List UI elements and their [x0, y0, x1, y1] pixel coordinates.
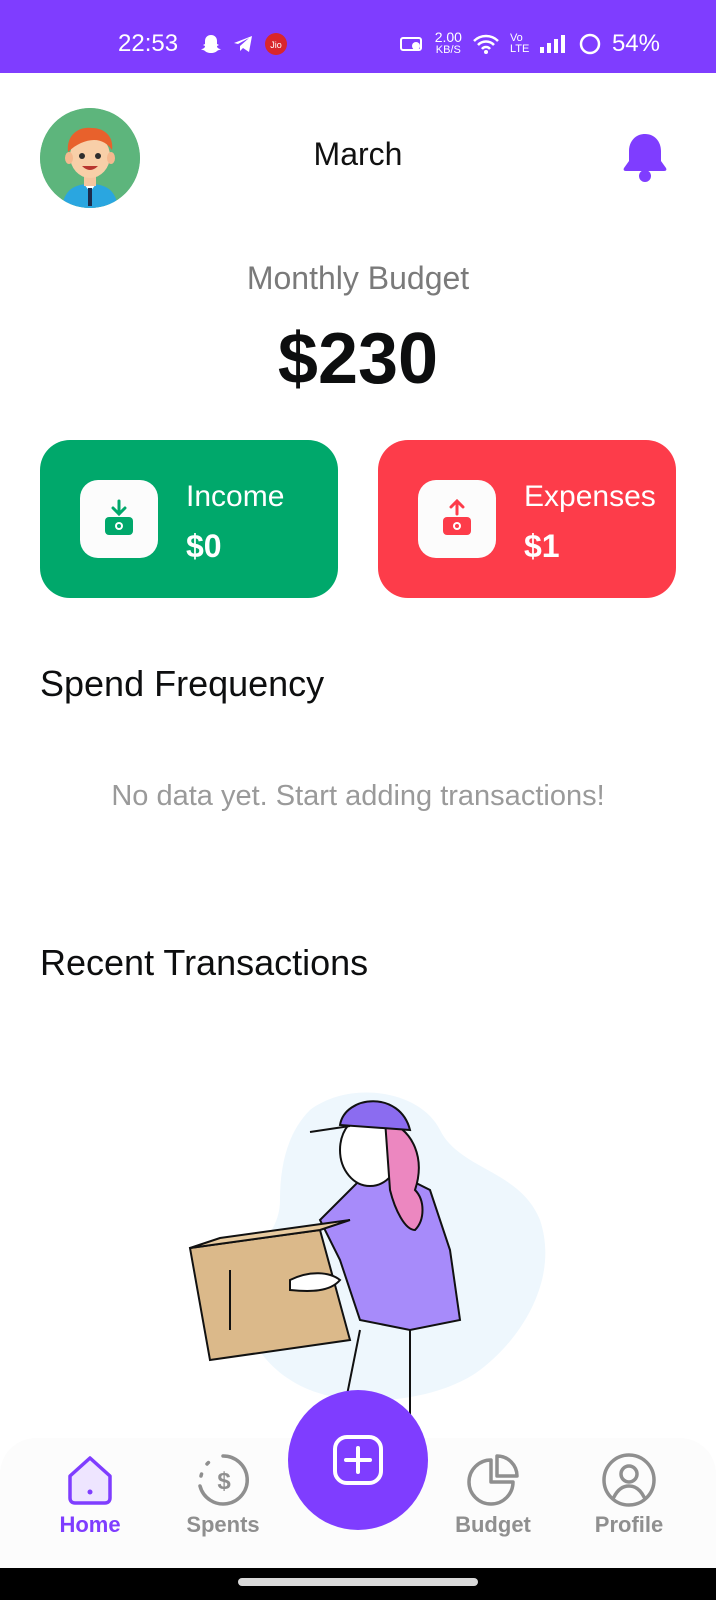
net-speed-unit: KB/S: [435, 44, 461, 56]
header: March: [0, 90, 716, 220]
pie-chart-icon: [467, 1454, 519, 1506]
network-speed: 2.00 KB/S: [434, 29, 462, 57]
hotspot-icon: [399, 37, 422, 51]
income-icon-box: [80, 480, 158, 558]
expenses-icon-box: [418, 480, 496, 558]
nav-label-budget: Budget: [455, 1512, 531, 1537]
notification-bell-icon[interactable]: [616, 128, 674, 186]
spend-frequency-empty-message: No data yet. Start adding transactions!: [111, 780, 605, 812]
nav-item-home[interactable]: Home: [30, 1452, 150, 1538]
svg-text:$: $: [217, 1468, 231, 1495]
expenses-card[interactable]: Expenses $1: [378, 440, 676, 598]
telegram-icon: [234, 36, 252, 52]
status-bar: 22:53 Jio 2.00 KB/S Vo LTE 54%: [0, 0, 716, 73]
nav-label-profile: Profile: [594, 1512, 664, 1537]
monthly-budget-amount: $230: [277, 319, 439, 399]
recent-transactions-title: Recent Transactions: [40, 942, 369, 983]
income-label: Income: [186, 480, 285, 513]
volte-label: Vo LTE: [509, 32, 530, 55]
jio-icon: Jio: [265, 33, 287, 55]
snapchat-icon: [201, 35, 221, 53]
monthly-budget-label: Monthly Budget: [246, 260, 470, 296]
income-card[interactable]: Income $0: [40, 440, 338, 598]
battery-icon: [579, 33, 601, 55]
nav-label-home: Home: [59, 1512, 121, 1537]
income-value: $0: [186, 528, 222, 564]
nav-item-spents[interactable]: $ Spents: [163, 1452, 283, 1538]
user-icon: [602, 1453, 656, 1507]
spend-frequency-title: Spend Frequency: [40, 663, 325, 704]
expenses-label: Expenses: [524, 480, 656, 513]
signal-icon: [539, 35, 565, 53]
add-transaction-button[interactable]: [288, 1390, 428, 1530]
nav-label-spents: Spents: [186, 1512, 260, 1537]
expenses-icon: [443, 498, 471, 535]
month-selector[interactable]: March: [0, 136, 716, 173]
nav-item-profile[interactable]: Profile: [569, 1452, 689, 1538]
home-icon: [68, 1456, 112, 1505]
home-gesture-indicator[interactable]: [238, 1578, 478, 1586]
net-speed-value: 2.00: [434, 29, 462, 45]
svg-text:Jio: Jio: [270, 40, 282, 50]
expenses-value: $1: [524, 528, 560, 564]
system-status-icons: 2.00 KB/S Vo LTE 54%: [399, 30, 660, 58]
battery-percentage: 54%: [611, 30, 660, 57]
status-time: 22:53: [118, 30, 179, 57]
notification-icons: Jio: [200, 30, 288, 58]
plus-icon: [333, 1435, 383, 1485]
dollar-cycle-icon: $: [198, 1454, 249, 1506]
income-icon: [105, 499, 133, 535]
nav-item-budget[interactable]: Budget: [433, 1452, 553, 1538]
wifi-icon: [473, 34, 499, 54]
empty-transactions-illustration: [188, 1092, 546, 1431]
